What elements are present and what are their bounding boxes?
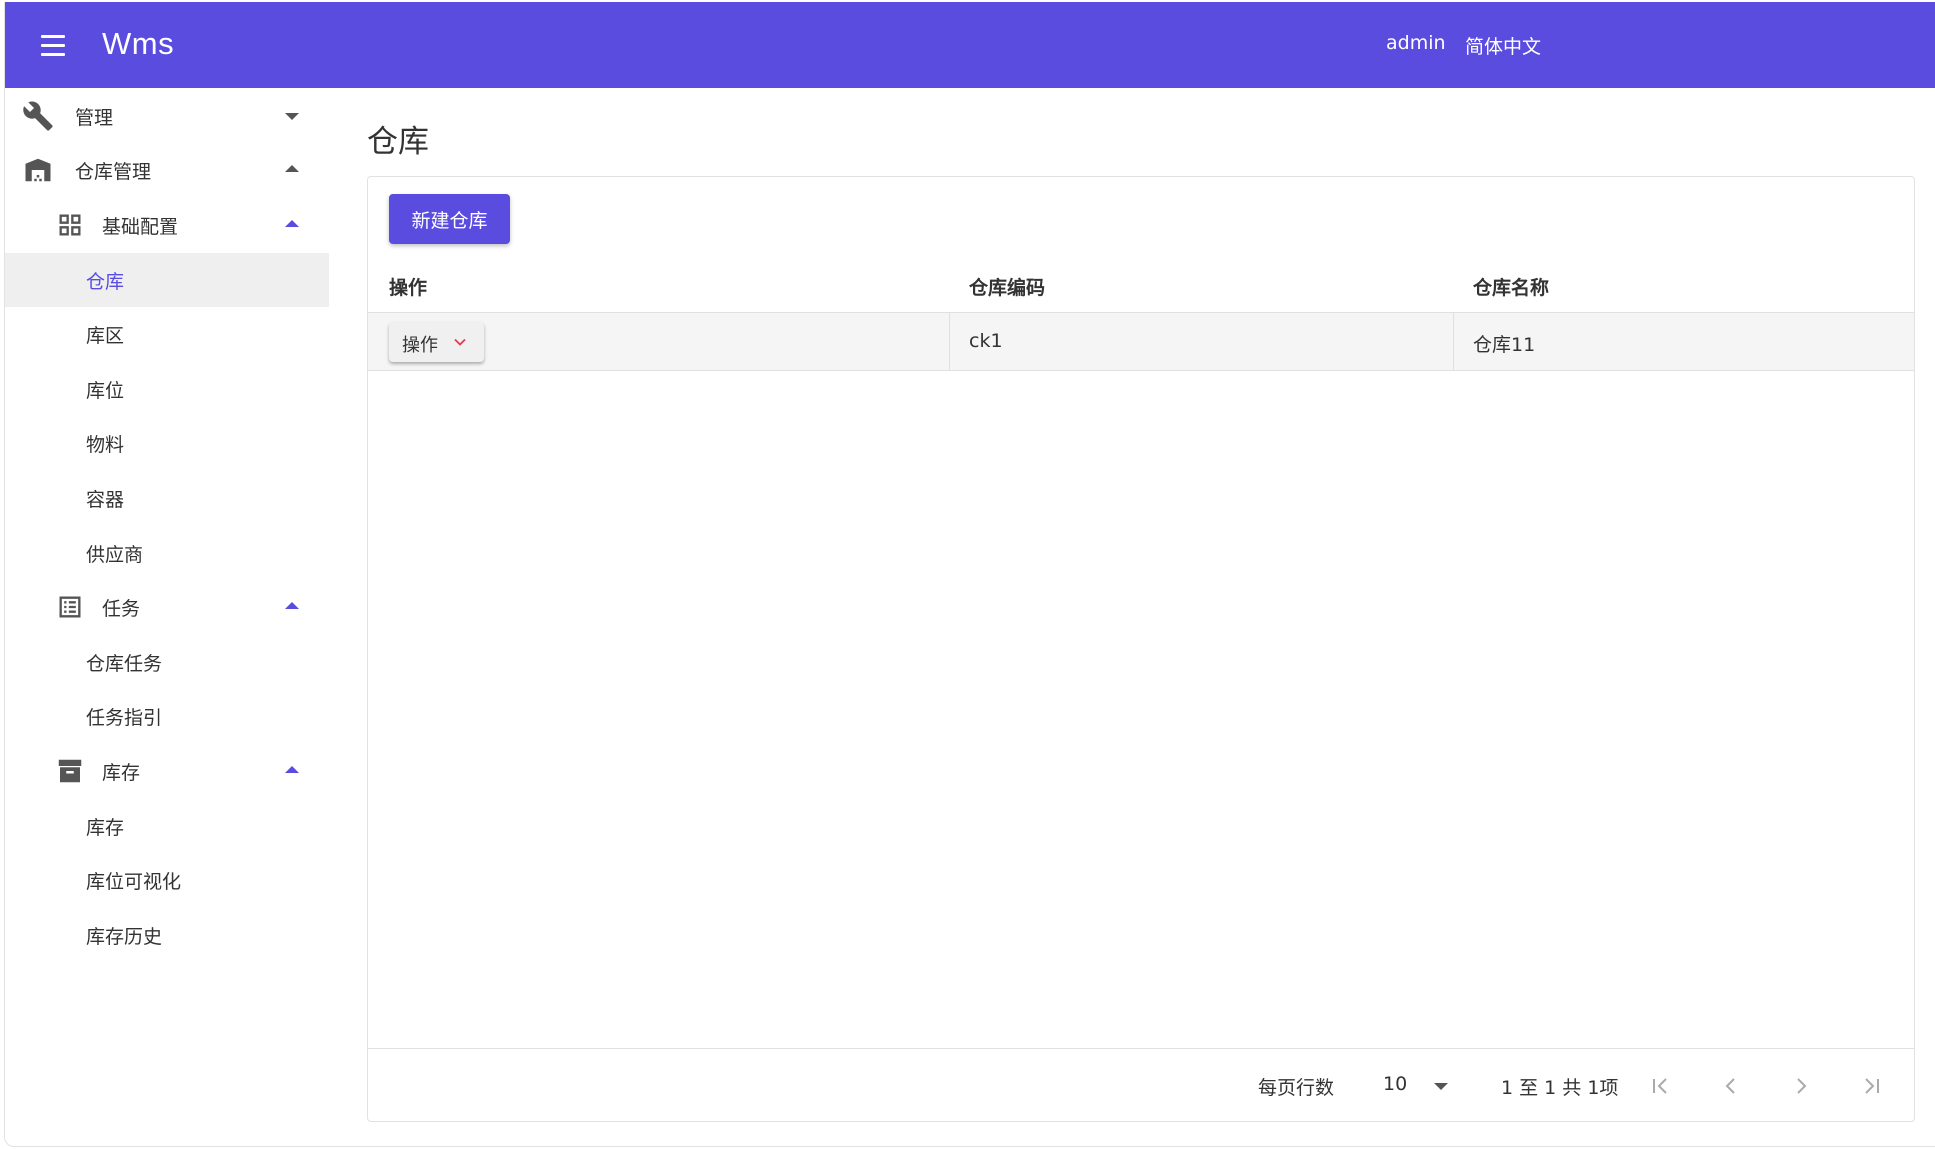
warehouse-icon — [21, 153, 55, 187]
app-window: Wms admin 简体中文 管理 仓库管理 基础配置 仓库 库区 库位 物料 … — [4, 2, 1935, 1147]
sidebar-item-tasks[interactable]: 任务 — [5, 580, 329, 634]
page-title: 仓库 — [367, 124, 429, 160]
chevron-down-icon — [453, 334, 467, 353]
row-action-label: 操作 — [402, 335, 438, 356]
last-page-icon[interactable] — [1856, 1071, 1886, 1101]
menu-icon[interactable] — [35, 28, 71, 62]
sidebar-item-warehouse[interactable]: 仓库 — [5, 253, 329, 307]
column-header-code[interactable]: 仓库编码 — [969, 273, 1045, 300]
sidebar-item-label: 任务指引 — [86, 706, 163, 729]
chevron-up-icon — [285, 766, 299, 773]
footer-divider — [368, 1048, 1914, 1049]
sidebar-item-label: 物料 — [86, 433, 125, 456]
cell-name: 仓库11 — [1473, 334, 1536, 356]
sidebar-item-container[interactable]: 容器 — [5, 471, 329, 525]
user-menu-button[interactable]: admin — [1386, 32, 1446, 54]
main-content: 仓库 新建仓库 操作 仓库编码 仓库名称 操作 ck1 仓库11 每页行数 10… — [329, 88, 1935, 1146]
sidebar-item-label: 库位 — [86, 379, 125, 402]
sidebar-item-warehouse-tasks[interactable]: 仓库任务 — [5, 635, 329, 689]
chevron-down-icon[interactable] — [1434, 1083, 1448, 1090]
data-table-card: 新建仓库 操作 仓库编码 仓库名称 操作 ck1 仓库11 每页行数 10 1 … — [367, 176, 1915, 1122]
sidebar-item-label: 库存 — [102, 761, 141, 784]
cell-code: ck1 — [969, 330, 1003, 352]
sidebar-item-inventory-group[interactable]: 库存 — [5, 744, 329, 798]
cell-divider — [1453, 313, 1454, 370]
app-bar: Wms admin 简体中文 — [5, 2, 1935, 88]
pagination-range: 1 至 1 共 1项 — [1501, 1077, 1619, 1099]
first-page-icon[interactable] — [1646, 1071, 1676, 1101]
app-title: Wms — [102, 26, 175, 61]
sidebar-item-label: 库区 — [86, 324, 125, 347]
sidebar-item-label: 库存 — [86, 816, 125, 839]
sidebar-item-location-visual[interactable]: 库位可视化 — [5, 853, 329, 907]
row-action-button[interactable]: 操作 — [389, 322, 484, 362]
rows-per-page-label: 每页行数 — [1258, 1077, 1335, 1099]
sidebar-item-label: 容器 — [86, 488, 125, 511]
chevron-down-icon — [285, 113, 299, 120]
list-icon — [53, 590, 87, 624]
sidebar-item-label: 管理 — [75, 106, 114, 129]
sidebar-item-label: 库位可视化 — [86, 870, 182, 893]
sidebar-item-material[interactable]: 物料 — [5, 416, 329, 470]
column-header-name[interactable]: 仓库名称 — [1473, 273, 1549, 300]
grid-icon — [53, 208, 87, 242]
wrench-icon — [21, 99, 55, 133]
sidebar: 管理 仓库管理 基础配置 仓库 库区 库位 物料 容器 供应商 任务 仓库任务 … — [5, 88, 329, 1146]
chevron-up-icon — [285, 165, 299, 172]
table-row[interactable]: 操作 ck1 仓库11 — [368, 313, 1914, 371]
rows-per-page-select[interactable]: 10 — [1383, 1073, 1407, 1095]
next-page-icon[interactable] — [1786, 1071, 1816, 1101]
sidebar-item-label: 库存历史 — [86, 925, 163, 948]
sidebar-item-supplier[interactable]: 供应商 — [5, 526, 329, 580]
new-warehouse-button[interactable]: 新建仓库 — [389, 194, 510, 244]
cell-divider — [949, 313, 950, 370]
sidebar-item-label: 基础配置 — [102, 215, 179, 238]
sidebar-item-label: 任务 — [102, 597, 141, 620]
sidebar-item-zone[interactable]: 库区 — [5, 307, 329, 361]
language-button[interactable]: 简体中文 — [1465, 32, 1541, 59]
sidebar-item-inventory-history[interactable]: 库存历史 — [5, 908, 329, 962]
chevron-up-icon — [285, 220, 299, 227]
sidebar-item-management[interactable]: 管理 — [5, 89, 329, 143]
previous-page-icon[interactable] — [1716, 1071, 1746, 1101]
sidebar-item-label: 仓库 — [86, 270, 125, 293]
sidebar-item-label: 供应商 — [86, 543, 144, 566]
sidebar-item-warehouse-management[interactable]: 仓库管理 — [5, 143, 329, 197]
chevron-up-icon — [285, 602, 299, 609]
archive-icon — [53, 754, 87, 788]
sidebar-item-basic-config[interactable]: 基础配置 — [5, 198, 329, 252]
column-header-action[interactable]: 操作 — [389, 273, 427, 300]
sidebar-item-label: 仓库任务 — [86, 652, 163, 675]
sidebar-item-label: 仓库管理 — [75, 160, 152, 183]
sidebar-item-task-guide[interactable]: 任务指引 — [5, 689, 329, 743]
sidebar-item-inventory[interactable]: 库存 — [5, 799, 329, 853]
sidebar-item-location[interactable]: 库位 — [5, 362, 329, 416]
